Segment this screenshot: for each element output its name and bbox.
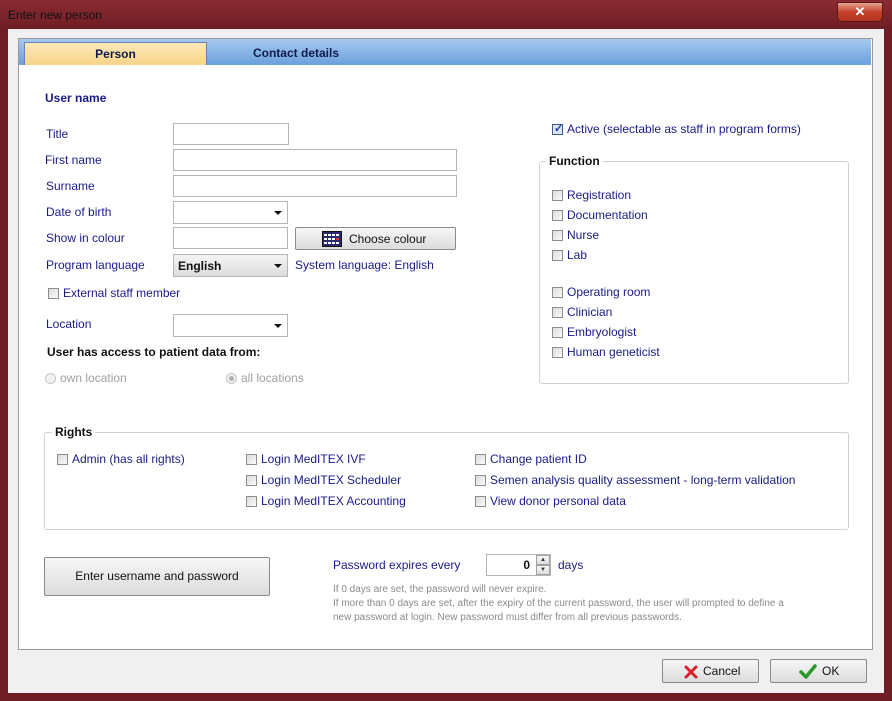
function-human-geneticist-checkbox[interactable] (552, 347, 563, 358)
view-donor-data-checkbox[interactable] (475, 496, 486, 507)
function-registration-label: Registration (567, 188, 632, 202)
choose-colour-button[interactable]: Choose colour (295, 227, 456, 250)
function-embryologist-checkbox[interactable] (552, 327, 563, 338)
login-ivf-checkbox[interactable] (246, 454, 257, 465)
tab-person[interactable]: Person (24, 42, 207, 65)
function-clinician-checkbox[interactable] (552, 307, 563, 318)
function-documentation-label: Documentation (567, 208, 648, 222)
password-note-3: new password at login. New password must… (333, 612, 682, 623)
function-operating-room-label: Operating room (567, 285, 651, 299)
password-expires-label: Password expires every (333, 558, 461, 572)
calendar-grid-icon (322, 231, 342, 247)
all-locations-radio[interactable] (226, 373, 237, 384)
user-name-heading: User name (45, 91, 107, 105)
function-human-geneticist-label: Human geneticist (567, 345, 660, 359)
enter-username-password-button[interactable]: Enter username and password (44, 557, 270, 596)
window-title: Enter new person (8, 8, 103, 22)
function-nurse-label: Nurse (567, 228, 600, 242)
function-nurse-checkbox[interactable] (552, 230, 563, 241)
close-icon: ✕ (854, 4, 866, 19)
check-icon (799, 664, 817, 679)
function-lab-label: Lab (567, 248, 588, 262)
admin-label: Admin (has all rights) (72, 452, 185, 466)
location-dropdown[interactable] (173, 314, 288, 337)
function-legend: Function (546, 154, 603, 168)
cross-icon (684, 665, 698, 679)
days-label: days (558, 558, 584, 572)
tab-contact-details[interactable]: Contact details (206, 42, 386, 64)
function-registration-checkbox[interactable] (552, 190, 563, 201)
dob-dropdown[interactable] (173, 201, 288, 224)
surname-input[interactable] (173, 175, 457, 197)
change-patient-id-label: Change patient ID (490, 452, 587, 466)
semen-analysis-label: Semen analysis quality assessment - long… (490, 473, 796, 487)
first-name-label: First name (45, 153, 102, 167)
spin-down-button[interactable]: ▼ (536, 565, 550, 575)
language-dropdown[interactable]: English (173, 254, 288, 277)
first-name-input[interactable] (173, 149, 457, 171)
system-language-text: System language: English (295, 258, 434, 272)
change-patient-id-checkbox[interactable] (475, 454, 486, 465)
function-clinician-label: Clinician (567, 305, 613, 319)
external-staff-label: External staff member (63, 286, 181, 300)
colour-input[interactable] (173, 227, 288, 249)
function-embryologist-label: Embryologist (567, 325, 637, 339)
active-checkbox[interactable] (552, 122, 563, 135)
login-scheduler-checkbox[interactable] (246, 475, 257, 486)
title-input[interactable] (173, 123, 289, 145)
access-heading: User has access to patient data from: (47, 345, 261, 359)
function-documentation-checkbox[interactable] (552, 210, 563, 221)
password-note-2: If more than 0 days are set, after the e… (333, 598, 784, 609)
active-label: Active (selectable as staff in program f… (567, 122, 801, 136)
title-label: Title (46, 127, 69, 141)
chevron-down-icon (274, 211, 282, 215)
chevron-down-icon (274, 264, 282, 268)
dob-label: Date of birth (46, 205, 112, 219)
view-donor-data-label: View donor personal data (490, 494, 626, 508)
all-locations-label: all locations (241, 371, 304, 385)
own-location-label: own location (60, 371, 127, 385)
login-ivf-label: Login MedITEX IVF (261, 452, 366, 466)
close-button[interactable]: ✕ (837, 2, 883, 22)
chevron-down-icon (274, 324, 282, 328)
choose-colour-label: Choose colour (349, 232, 427, 246)
password-note-1: If 0 days are set, the password will nev… (333, 584, 547, 595)
function-lab-checkbox[interactable] (552, 250, 563, 261)
ok-button[interactable]: OK (770, 659, 867, 683)
titlebar: Enter new person ✕ (0, 0, 892, 28)
function-operating-room-checkbox[interactable] (552, 287, 563, 298)
location-label: Location (46, 317, 92, 331)
rights-legend: Rights (52, 425, 96, 439)
spin-up-button[interactable]: ▲ (536, 555, 550, 565)
colour-label: Show in colour (46, 231, 125, 245)
cancel-button[interactable]: Cancel (662, 659, 759, 683)
language-label: Program language (46, 258, 145, 272)
login-accounting-label: Login MedITEX Accounting (261, 494, 406, 508)
ok-label: OK (822, 664, 840, 678)
admin-checkbox[interactable] (57, 454, 68, 465)
external-staff-checkbox[interactable] (48, 288, 59, 299)
cancel-label: Cancel (703, 664, 741, 678)
surname-label: Surname (46, 179, 95, 193)
own-location-radio[interactable] (45, 373, 56, 384)
language-value: English (178, 259, 222, 273)
login-scheduler-label: Login MedITEX Scheduler (261, 473, 402, 487)
semen-analysis-checkbox[interactable] (475, 475, 486, 486)
login-accounting-checkbox[interactable] (246, 496, 257, 507)
